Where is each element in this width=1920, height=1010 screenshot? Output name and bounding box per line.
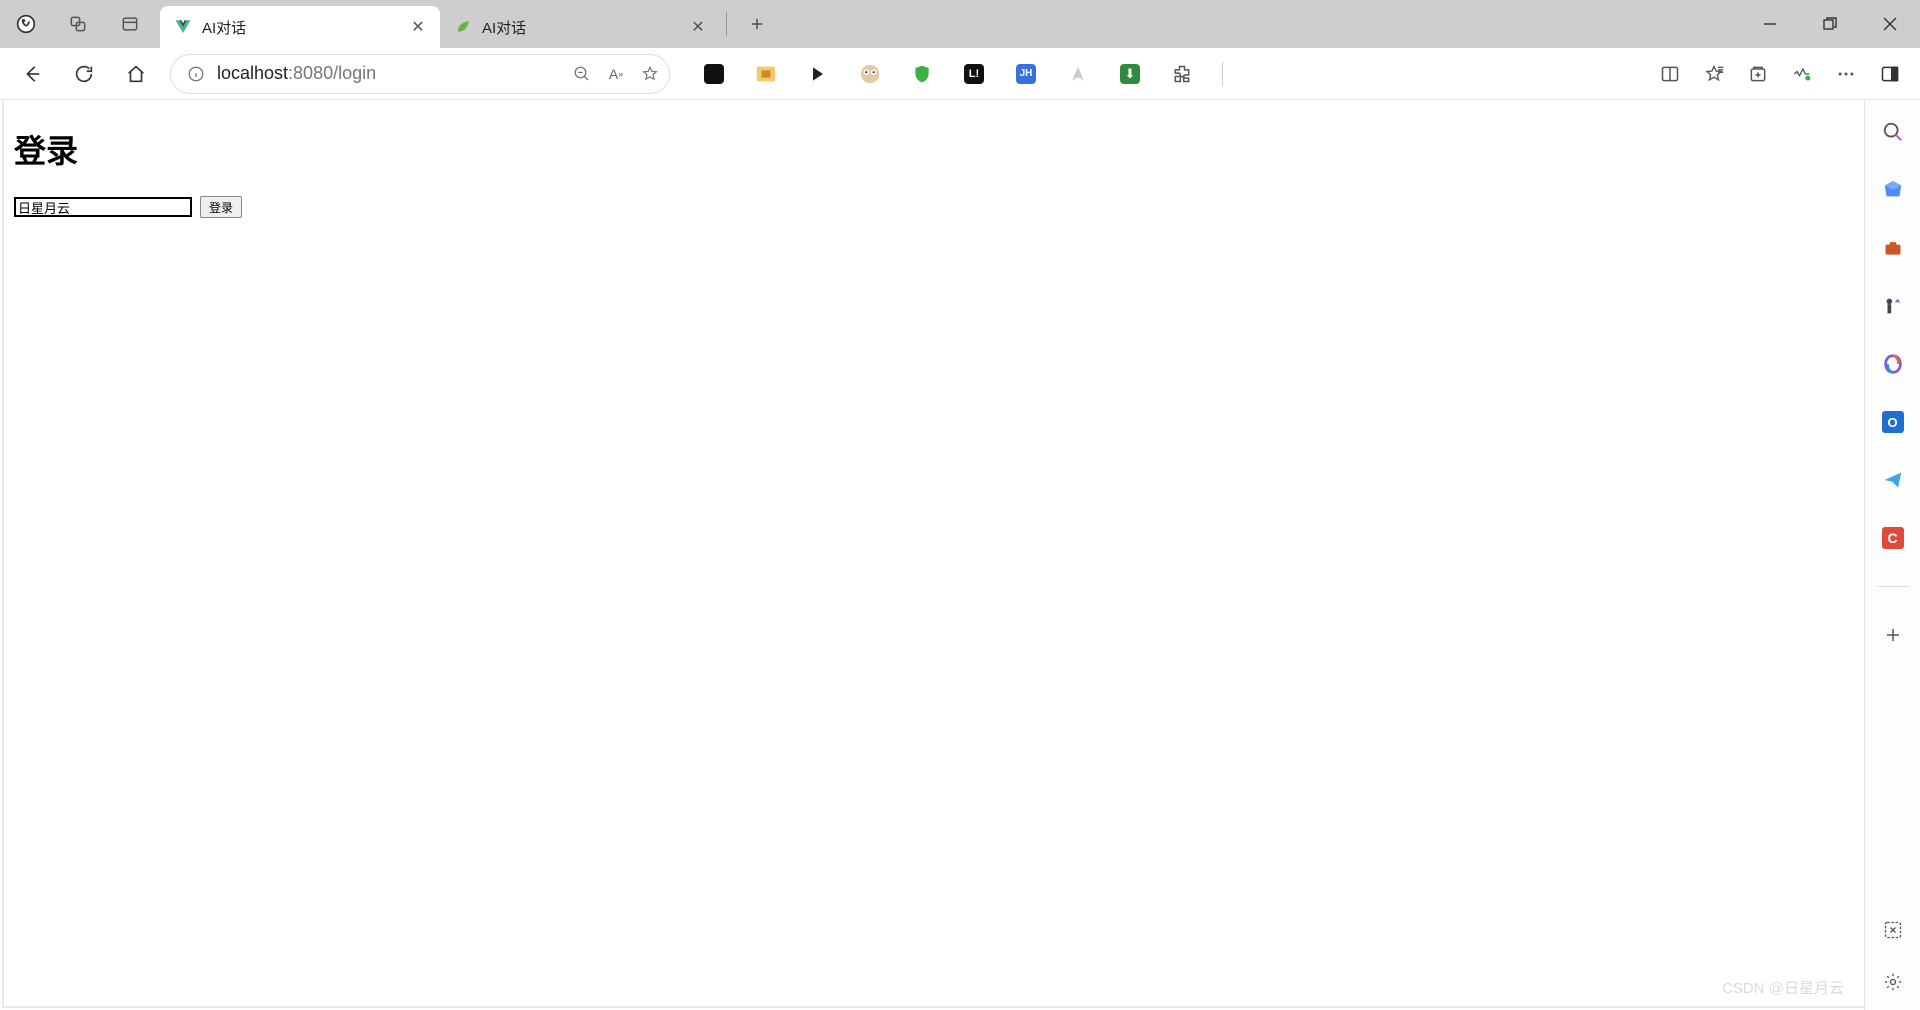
side-m365-icon[interactable] [1879,350,1907,378]
tab-2-close-icon[interactable]: ✕ [688,17,708,37]
url-path: /login [333,63,376,83]
profile-icon[interactable] [0,0,52,48]
performance-icon[interactable] [1790,62,1814,86]
collections-icon[interactable] [1746,62,1770,86]
tab-1-close-icon[interactable]: ✕ [408,17,428,37]
toolbar-separator [1222,62,1223,86]
address-bar[interactable]: localhost:8080/login A» [170,54,670,94]
tabs: AI对话 ✕ AI对话 ✕ [160,0,775,48]
username-input[interactable] [14,197,192,217]
side-search-icon[interactable] [1879,118,1907,146]
toolbar: localhost:8080/login A» L! JH ⬇ [0,48,1920,100]
ext-icon-7[interactable]: JH [1014,62,1038,86]
minimize-button[interactable] [1740,0,1800,48]
zoom-out-icon[interactable] [571,63,593,85]
ext-icon-4[interactable] [858,62,882,86]
side-panel-bottom [1879,916,1907,996]
favorite-icon[interactable] [639,63,661,85]
window-controls [1740,0,1920,48]
tab-2[interactable]: AI对话 ✕ [440,6,720,48]
side-shopping-icon[interactable] [1879,176,1907,204]
read-aloud-icon[interactable]: A» [605,63,627,85]
ext-icon-8[interactable] [1066,62,1090,86]
ext-icon-1[interactable] [702,62,726,86]
extensions-icon[interactable] [1170,62,1194,86]
side-outlook-icon[interactable]: O [1879,408,1907,436]
favorites-icon[interactable] [1702,62,1726,86]
main-layout: 登录 登录 CSDN @日星月云 O C [0,100,1920,1010]
side-add-icon[interactable] [1879,621,1907,649]
side-panel: O C [1864,100,1920,1010]
side-settings-icon[interactable] [1879,968,1907,996]
toolbar-right [1658,62,1910,86]
tab-2-label: AI对话 [482,17,678,38]
side-games-icon[interactable] [1879,292,1907,320]
close-button[interactable] [1860,0,1920,48]
ext-icon-9[interactable]: ⬇ [1118,62,1142,86]
tab-separator [726,12,727,36]
more-icon[interactable] [1834,62,1858,86]
site-info-icon[interactable] [185,63,207,85]
url-port: :8080 [288,63,333,83]
page-content: 登录 登录 CSDN @日星月云 [2,102,1864,1008]
leaf-icon [454,18,472,36]
ext-icon-5[interactable] [910,62,934,86]
login-form: 登录 [14,196,1854,218]
side-send-icon[interactable] [1879,466,1907,494]
side-separator [1877,586,1909,587]
vue-icon [174,18,192,36]
split-screen-icon[interactable] [1658,62,1682,86]
address-actions: A» [571,63,661,85]
url-text[interactable]: localhost:8080/login [217,63,561,84]
tab-actions-icon[interactable] [104,0,156,48]
side-c-icon[interactable]: C [1879,524,1907,552]
title-bar-left [0,0,156,48]
home-button[interactable] [114,52,158,96]
maximize-button[interactable] [1800,0,1860,48]
url-host: localhost [217,63,288,83]
refresh-button[interactable] [62,52,106,96]
tab-1[interactable]: AI对话 ✕ [160,6,440,48]
ext-icon-2[interactable] [754,62,778,86]
ext-icon-6[interactable]: L! [962,62,986,86]
side-tools-icon[interactable] [1879,234,1907,262]
page-title: 登录 [14,126,1854,172]
back-button[interactable] [10,52,54,96]
login-button[interactable]: 登录 [200,196,242,218]
side-screenshot-icon[interactable] [1879,916,1907,944]
new-tab-button[interactable] [739,6,775,42]
watermark: CSDN @日星月云 [1722,977,1844,998]
ext-icon-3[interactable] [806,62,830,86]
sidebar-toggle-icon[interactable] [1878,62,1902,86]
title-bar: AI对话 ✕ AI对话 ✕ [0,0,1920,48]
extensions-bar: L! JH ⬇ [702,62,1223,86]
tab-1-label: AI对话 [202,17,398,38]
workspaces-icon[interactable] [52,0,104,48]
